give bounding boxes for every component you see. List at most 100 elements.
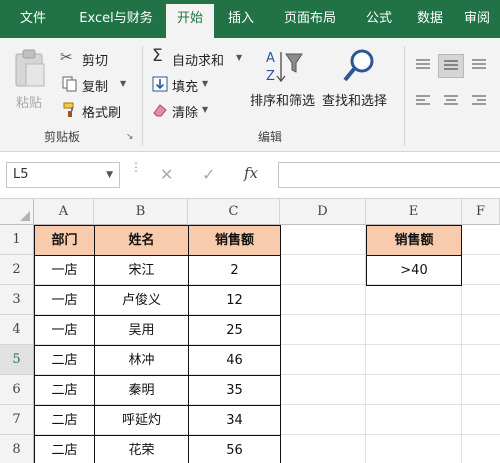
format-painter-button[interactable]: 格式刷	[60, 100, 140, 121]
sort-filter-button[interactable]: A Z 排序和筛选	[250, 44, 320, 120]
table-cell[interactable]: 二店	[35, 346, 95, 376]
enter-icon[interactable]: ✓	[202, 165, 215, 184]
table-cell[interactable]: 46	[189, 346, 280, 376]
insert-function-icon[interactable]: fx	[244, 164, 258, 182]
tab-excel-finance[interactable]: Excel与财务	[66, 0, 166, 38]
table-cell[interactable]: 吴用	[95, 316, 189, 346]
row-header-4[interactable]: 4	[0, 315, 34, 345]
header-cell-sales[interactable]: 销售额	[189, 226, 280, 256]
copy-button[interactable]: 复制 ▼	[60, 74, 140, 95]
data-table: 部门 姓名 销售额 一店 宋江 2 一店 卢俊义 12 一店 吴用 25 二店 …	[34, 225, 281, 463]
copy-label: 复制	[82, 80, 109, 95]
chevron-down-icon: ▼	[202, 105, 209, 114]
tab-page-layout[interactable]: 页面布局	[268, 0, 352, 38]
table-cell[interactable]: 二店	[35, 436, 95, 463]
sort-filter-icon: A Z	[266, 51, 303, 84]
name-box[interactable]: L5 ▼	[6, 162, 120, 188]
chevron-down-icon[interactable]: ▼	[106, 170, 113, 180]
column-header-b[interactable]: B	[94, 199, 188, 225]
table-cell[interactable]: 34	[189, 406, 280, 436]
criteria-header-cell[interactable]: 销售额	[367, 226, 461, 256]
criteria-value-cell[interactable]: >40	[367, 256, 461, 285]
align-middle-button[interactable]	[438, 54, 464, 78]
format-painter-label: 格式刷	[82, 106, 122, 121]
tab-data[interactable]: 数据	[406, 0, 454, 38]
row-header-7[interactable]: 7	[0, 405, 34, 435]
header-cell-dept[interactable]: 部门	[35, 226, 95, 256]
formula-bar-grip-icon[interactable]: ⋮	[130, 161, 142, 186]
chevron-down-icon: ▼	[120, 79, 127, 88]
row-header-8[interactable]: 8	[0, 435, 34, 463]
column-header-f[interactable]: F	[462, 199, 500, 225]
column-header-d[interactable]: D	[280, 199, 366, 225]
sigma-icon: Σ	[152, 46, 163, 66]
editing-group-label: 编辑	[258, 130, 283, 144]
column-header-a[interactable]: A	[34, 199, 94, 225]
ribbon: 粘贴 ✂ 剪切 复制 ▼ 格式刷 剪贴板 ↘ Σ 自动求和 ▼ 填充 ▼ 清除 …	[0, 38, 500, 152]
table-cell[interactable]: 25	[189, 316, 280, 346]
fill-button[interactable]: 填充 ▼	[150, 74, 248, 95]
column-header-c[interactable]: C	[188, 199, 280, 225]
row-header-6[interactable]: 6	[0, 375, 34, 405]
svg-text:Z: Z	[266, 69, 275, 84]
table-cell[interactable]: 2	[189, 256, 280, 286]
sort-filter-label: 排序和筛选	[250, 94, 316, 109]
tab-home[interactable]: 开始	[166, 4, 214, 38]
column-header-e[interactable]: E	[366, 199, 462, 225]
align-center-button[interactable]	[442, 94, 464, 112]
align-center-icon	[444, 95, 458, 105]
formula-input[interactable]	[278, 162, 500, 188]
paste-label: 粘贴	[16, 96, 43, 111]
table-cell[interactable]: 宋江	[95, 256, 189, 286]
row-header-1[interactable]: 1	[0, 225, 34, 255]
header-cell-name[interactable]: 姓名	[95, 226, 189, 256]
group-separator	[142, 46, 143, 146]
align-top-icon	[416, 59, 430, 69]
name-box-value: L5	[13, 167, 29, 182]
table-cell[interactable]: 一店	[35, 286, 95, 316]
cut-button[interactable]: ✂ 剪切	[60, 48, 140, 69]
autosum-button[interactable]: Σ 自动求和 ▼	[150, 46, 248, 69]
align-right-icon	[472, 95, 486, 105]
table-cell[interactable]: 56	[189, 436, 280, 463]
table-cell[interactable]: 二店	[35, 376, 95, 406]
align-right-button[interactable]	[470, 94, 492, 112]
tab-review[interactable]: 审阅	[454, 0, 500, 38]
align-middle-icon	[444, 60, 458, 70]
criteria-range: 销售额 >40	[366, 225, 462, 286]
cancel-icon[interactable]: ✕	[160, 165, 173, 184]
chevron-down-icon: ▼	[202, 79, 209, 88]
worksheet-grid[interactable]: A B C D E F 1 2 3 4 5 6 7 8 部门 姓名 销售额 一店…	[0, 198, 500, 463]
formula-bar: L5 ▼ ⋮ ✕ ✓ fx	[0, 152, 500, 198]
row-header-2[interactable]: 2	[0, 255, 34, 285]
table-cell[interactable]: 呼延灼	[95, 406, 189, 436]
row-header-5[interactable]: 5	[0, 345, 34, 375]
align-bottom-icon	[472, 59, 486, 69]
ribbon-tab-bar: 文件 Excel与财务 开始 插入 页面布局 公式 数据 审阅	[0, 0, 500, 38]
table-cell[interactable]: 12	[189, 286, 280, 316]
select-all-button[interactable]	[0, 199, 34, 225]
select-all-icon	[20, 211, 30, 221]
table-cell[interactable]: 林冲	[95, 346, 189, 376]
find-select-button[interactable]: 查找和选择	[322, 44, 396, 120]
table-cell[interactable]: 卢俊义	[95, 286, 189, 316]
row-header-3[interactable]: 3	[0, 285, 34, 315]
dialog-launcher-icon[interactable]: ↘	[126, 132, 134, 142]
align-left-button[interactable]	[414, 94, 436, 112]
align-top-button[interactable]	[414, 58, 436, 76]
paste-button[interactable]: 粘贴	[8, 44, 52, 120]
autosum-label: 自动求和	[172, 54, 225, 69]
table-cell[interactable]: 一店	[35, 316, 95, 346]
align-bottom-button[interactable]	[470, 58, 492, 76]
tab-insert[interactable]: 插入	[214, 0, 268, 38]
table-cell[interactable]: 花荣	[95, 436, 189, 463]
clear-button[interactable]: 清除 ▼	[150, 100, 248, 121]
tab-formulas[interactable]: 公式	[352, 0, 406, 38]
table-cell[interactable]: 一店	[35, 256, 95, 286]
svg-text:A: A	[266, 51, 275, 66]
table-cell[interactable]: 二店	[35, 406, 95, 436]
table-cell[interactable]: 35	[189, 376, 280, 406]
table-cell[interactable]: 秦明	[95, 376, 189, 406]
copy-icon	[62, 76, 77, 92]
tab-file[interactable]: 文件	[0, 0, 66, 38]
